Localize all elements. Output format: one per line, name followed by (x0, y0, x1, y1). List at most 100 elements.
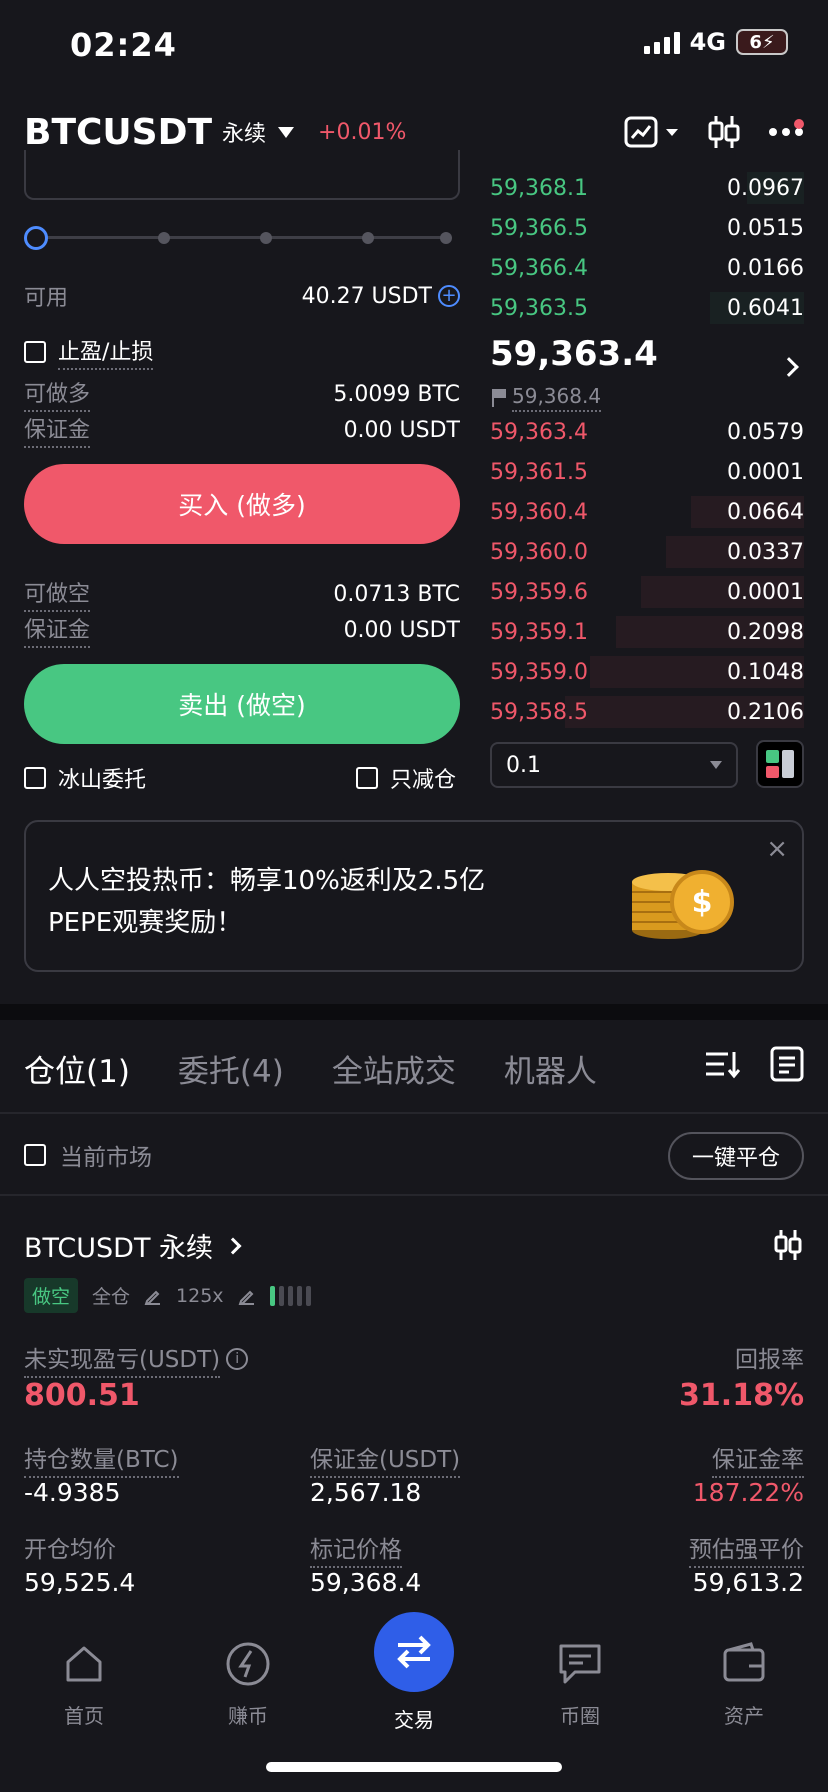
contract-type[interactable]: 永续 (222, 116, 266, 148)
available-row: 可用 40.27 USDT + (24, 280, 460, 312)
price-change: +0.01% (318, 119, 407, 145)
long-max-row: 可做多 5.0099 BTC (24, 376, 460, 412)
battery-level: 6 (749, 31, 762, 53)
nav-feed[interactable]: 币圈 (520, 1640, 640, 1729)
bid-size: 0.2098 (727, 619, 804, 645)
current-market-label: 当前市场 (60, 1145, 152, 1171)
margin-label: 保证金(USDT) (310, 1440, 461, 1478)
nav-home[interactable]: 首页 (24, 1640, 144, 1729)
margin-ratio-label: 保证金率 (712, 1440, 804, 1478)
more-button[interactable] (768, 119, 804, 137)
long-margin-label: 保证金 (24, 412, 91, 448)
quantity-slider[interactable] (24, 224, 456, 252)
reduce-only-checkbox[interactable] (356, 767, 378, 789)
quantity-input[interactable] (24, 150, 460, 200)
trade-header: BTCUSDT 永续 +0.01% (24, 108, 804, 156)
ask-row[interactable]: 59,363.5 0.6041 (490, 288, 804, 328)
symbol-title[interactable]: BTCUSDT (24, 112, 212, 153)
bid-size: 0.2106 (727, 699, 804, 725)
slider-mark-100[interactable] (440, 232, 452, 244)
bid-row[interactable]: 59,360.4 0.0664 (490, 492, 804, 532)
slider-mark-25[interactable] (158, 232, 170, 244)
slider-handle[interactable] (24, 226, 48, 250)
tpsl-toggle[interactable]: 止盈/止损 (24, 334, 154, 370)
candlestick-icon (708, 116, 740, 148)
earn-icon (226, 1642, 270, 1686)
sort-filter-icon[interactable] (704, 1048, 740, 1080)
banner-close-icon[interactable]: × (766, 834, 788, 864)
ask-row[interactable]: 59,368.1 0.0967 (490, 168, 804, 208)
current-market-filter[interactable]: 当前市场 (24, 1138, 152, 1172)
depth-step-value: 0.1 (506, 752, 541, 778)
roe-label: 回报率 (735, 1347, 804, 1373)
bid-row[interactable]: 59,363.4 0.0579 (490, 412, 804, 452)
tab-actions (704, 1046, 804, 1082)
iceberg-toggle[interactable]: 冰山委托 (24, 762, 146, 794)
nav-trade[interactable]: 交易 (354, 1704, 474, 1733)
upnl-value: 800.51 (24, 1378, 140, 1413)
liq-value: 59,613.2 (692, 1568, 804, 1597)
tab-orders[interactable]: 委托(4) (178, 1046, 284, 1091)
bid-size: 0.0337 (727, 539, 804, 565)
position-title[interactable]: BTCUSDT 永续 (24, 1226, 242, 1265)
edit-icon[interactable] (144, 1287, 162, 1305)
margin-mode[interactable]: 全仓 (92, 1282, 130, 1309)
ask-row[interactable]: 59,366.4 0.0166 (490, 248, 804, 288)
wallet-icon (723, 1642, 765, 1682)
ask-row[interactable]: 59,366.5 0.0515 (490, 208, 804, 248)
tab-positions[interactable]: 仓位(1) (24, 1046, 130, 1091)
close-all-button[interactable]: 一键平仓 (667, 1132, 804, 1180)
bid-row[interactable]: 59,361.5 0.0001 (490, 452, 804, 492)
slider-mark-75[interactable] (362, 232, 374, 244)
chart-toggle-button[interactable] (624, 116, 680, 148)
chevron-right-icon (224, 1237, 242, 1254)
tabs-divider (0, 1112, 828, 1114)
tab-market-trades[interactable]: 全站成交 (332, 1046, 456, 1091)
bid-row[interactable]: 59,358.5 0.2106 (490, 692, 804, 732)
promo-banner[interactable]: 人人空投热币：畅享10%返利及2.5亿 PEPE观赛奖励！ $ × (24, 820, 804, 972)
tpsl-checkbox[interactable] (24, 341, 46, 363)
filter-divider (0, 1194, 828, 1196)
symbol-dropdown-icon[interactable] (278, 126, 295, 138)
bid-row[interactable]: 59,359.6 0.0001 (490, 572, 804, 612)
side-tag: 做空 (24, 1278, 79, 1313)
iceberg-checkbox[interactable] (24, 767, 46, 789)
buy-long-button[interactable]: 买入 (做多) (24, 464, 460, 544)
iceberg-label: 冰山委托 (58, 768, 147, 793)
nav-trade-label: 交易 (394, 1708, 434, 1732)
nav-home-label: 首页 (64, 1704, 104, 1728)
slider-mark-50[interactable] (260, 232, 272, 244)
chevron-right-icon[interactable] (779, 357, 799, 377)
depth-step-select[interactable]: 0.1 (490, 742, 738, 788)
sell-short-button[interactable]: 卖出 (做空) (24, 664, 460, 744)
available-value: 40.27 USDT (301, 283, 432, 309)
reduce-only-toggle[interactable]: 只减仓 (356, 762, 456, 794)
history-document-icon[interactable] (770, 1046, 804, 1082)
nav-assets[interactable]: 资产 (684, 1640, 804, 1729)
promo-text: 人人空投热币：畅享10%返利及2.5亿 PEPE观赛奖励！ (48, 860, 548, 944)
entry-value: 59,525.4 (24, 1568, 136, 1597)
bid-row[interactable]: 59,359.1 0.2098 (490, 612, 804, 652)
leverage[interactable]: 125x (176, 1285, 224, 1307)
info-icon[interactable]: i (226, 1348, 249, 1370)
status-indicators: 4G 6 ⚡ (643, 28, 788, 56)
nav-trade-button[interactable] (374, 1612, 454, 1692)
tpsl-label: 止盈/止损 (58, 334, 154, 370)
candlestick-button[interactable] (706, 114, 742, 150)
nav-earn[interactable]: 赚币 (188, 1640, 308, 1729)
bid-row[interactable]: 59,360.0 0.0337 (490, 532, 804, 572)
ask-size: 0.0166 (727, 255, 804, 281)
bid-row[interactable]: 59,359.0 0.1048 (490, 652, 804, 692)
bid-size: 0.0001 (727, 579, 804, 605)
chevron-down-icon (666, 129, 678, 136)
tab-bots[interactable]: 机器人 (504, 1046, 597, 1091)
svg-text:$: $ (692, 885, 713, 920)
current-market-checkbox[interactable] (24, 1144, 46, 1166)
position-chart-icon[interactable] (772, 1228, 804, 1262)
orderbook-layout-button[interactable] (756, 740, 804, 788)
edit-icon[interactable] (238, 1287, 256, 1305)
last-price[interactable]: 59,363.4 (490, 334, 658, 374)
transfer-plus-icon[interactable]: + (438, 285, 460, 307)
position-symbol: BTCUSDT 永续 (24, 1233, 214, 1264)
short-max-row: 可做空 0.0713 BTC (24, 576, 460, 612)
